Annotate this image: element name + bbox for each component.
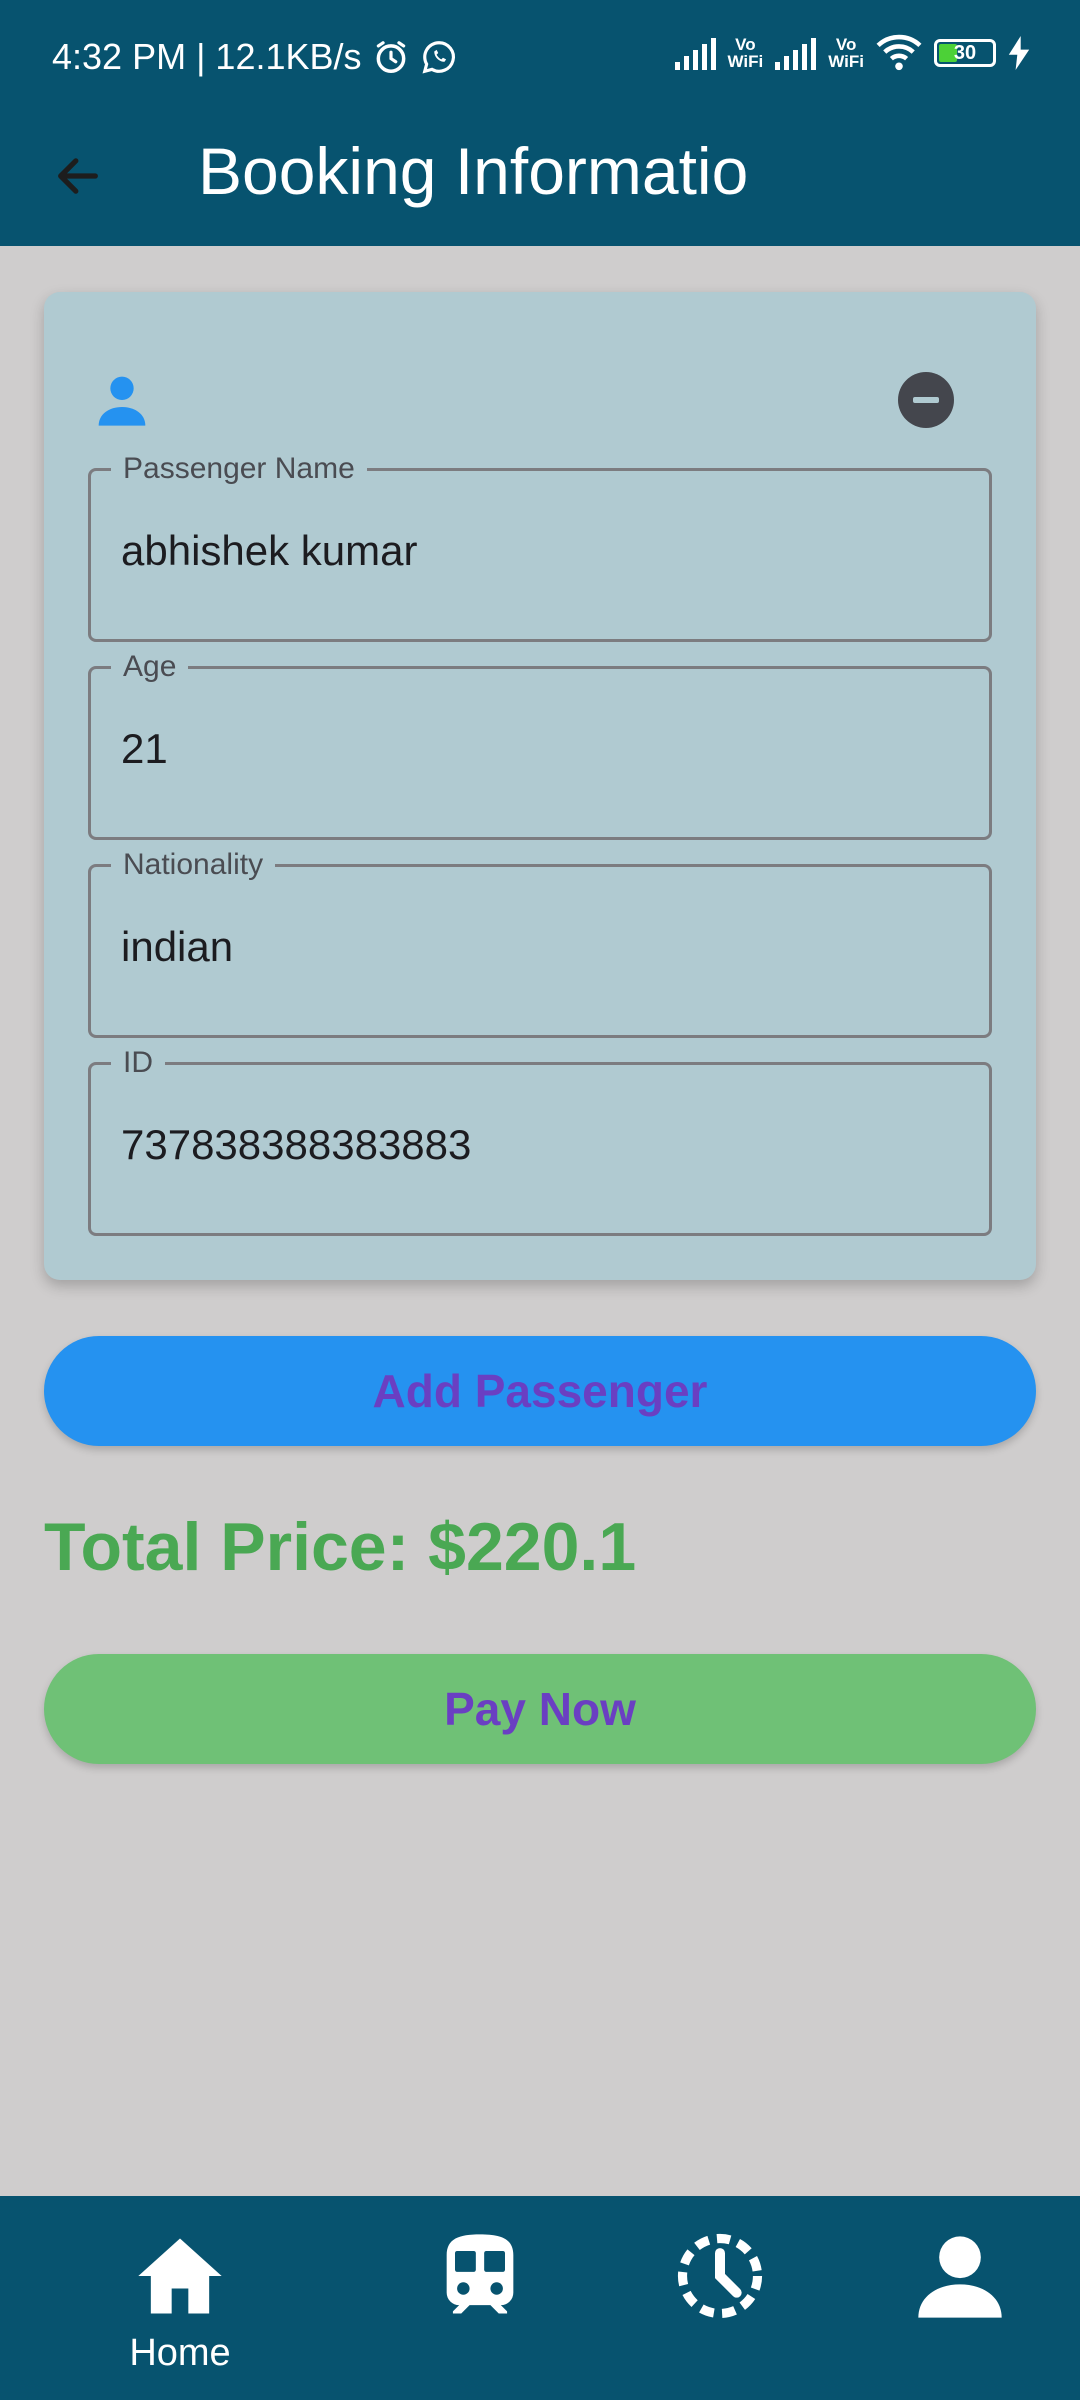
nav-label-home: Home — [129, 2332, 231, 2374]
arrow-left-icon — [58, 158, 98, 194]
signal-icon — [775, 36, 817, 70]
whatsapp-icon — [422, 41, 455, 74]
page-title: Booking Informatio — [198, 134, 749, 208]
history-icon — [677, 2233, 763, 2319]
nationality-value: indian — [121, 923, 234, 970]
status-bar: 4:32 PM | 12.1KB/s Vo WiFi Vo WiFi 30 — [0, 0, 1080, 115]
id-value: 737838388383883 — [121, 1121, 472, 1168]
person-icon — [98, 376, 146, 426]
battery-level: 30 — [953, 41, 977, 64]
nav-item-profile[interactable] — [860, 2196, 1060, 2400]
vowifi-icon: Vo WiFi — [727, 35, 764, 71]
status-left: 4:32 PM | 12.1KB/s — [52, 36, 458, 78]
signal-icon — [674, 36, 716, 70]
vowifi-icon: Vo WiFi — [828, 35, 864, 71]
app-bar: Booking Informatio — [0, 115, 1080, 246]
nav-item-home[interactable]: Home — [80, 2196, 280, 2400]
passenger-card: Passenger Name abhishek kumar Age 21 Nat… — [44, 292, 1036, 1280]
add-passenger-button[interactable]: Add Passenger — [44, 1336, 1036, 1446]
id-label: ID — [111, 1046, 165, 1080]
bottom-navigation: Home — [0, 2196, 1080, 2400]
id-field[interactable]: ID 737838388383883 — [88, 1046, 992, 1236]
pay-now-button[interactable]: Pay Now — [44, 1654, 1036, 1764]
passenger-name-label: Passenger Name — [111, 452, 367, 486]
passenger-name-value: abhishek kumar — [121, 527, 418, 574]
age-value: 21 — [121, 725, 168, 772]
total-price: Total Price: $220.1 — [44, 1509, 637, 1585]
nav-item-history[interactable] — [620, 2196, 820, 2400]
age-label: Age — [111, 650, 189, 684]
wifi-icon — [876, 34, 922, 71]
back-button[interactable] — [44, 142, 112, 210]
train-icon — [446, 2234, 514, 2314]
status-time-speed: 4:32 PM | 12.1KB/s — [52, 36, 362, 77]
status-right: Vo WiFi Vo WiFi 30 — [674, 34, 1030, 72]
passenger-name-field[interactable]: Passenger Name abhishek kumar — [88, 452, 992, 642]
charging-icon — [1008, 36, 1030, 70]
profile-icon — [918, 2236, 1002, 2318]
nationality-label: Nationality — [111, 848, 276, 882]
age-field[interactable]: Age 21 — [88, 650, 992, 840]
minus-icon — [913, 397, 939, 403]
screen: 4:32 PM | 12.1KB/s Vo WiFi Vo WiFi 30 Bo… — [0, 0, 1080, 2400]
home-icon — [138, 2238, 222, 2314]
battery-icon: 30 — [934, 39, 996, 67]
nationality-field[interactable]: Nationality indian — [88, 848, 992, 1038]
remove-passenger-button[interactable] — [898, 372, 954, 428]
nav-item-train[interactable] — [380, 2196, 580, 2400]
top-bar: 4:32 PM | 12.1KB/s Vo WiFi Vo WiFi 30 Bo… — [0, 0, 1080, 246]
alarm-icon — [376, 41, 405, 73]
